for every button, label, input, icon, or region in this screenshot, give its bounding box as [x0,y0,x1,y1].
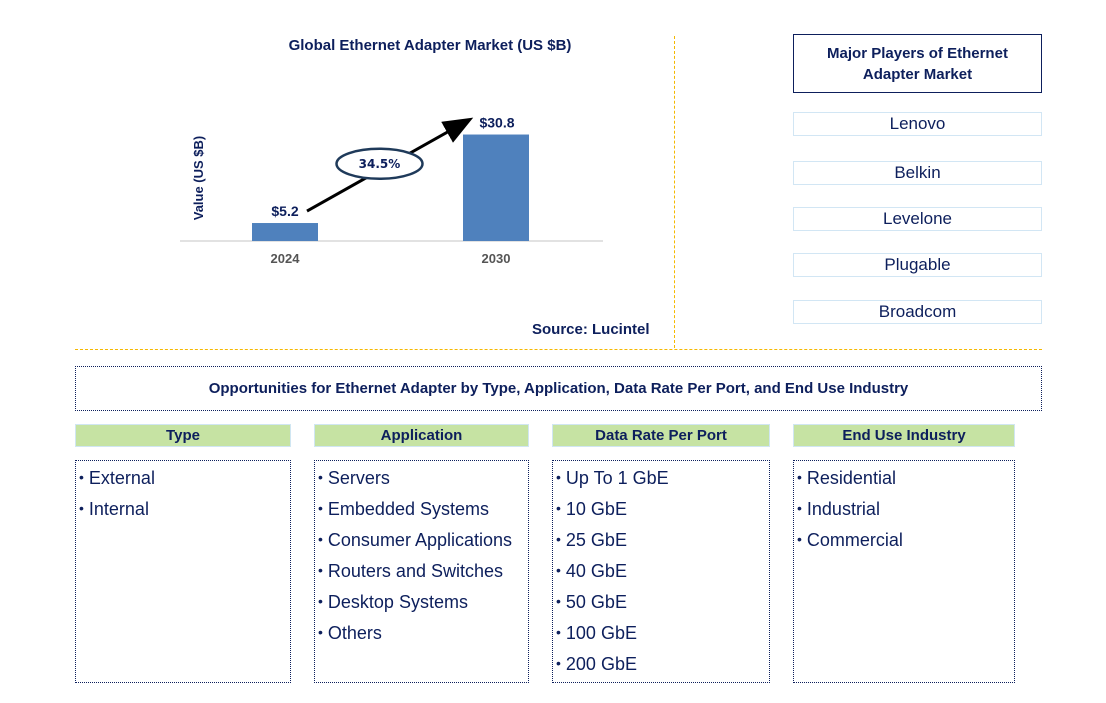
category-header-data-rate: Data Rate Per Port [552,424,770,447]
category-header-type: Type [75,424,291,447]
players-title: Major Players of Ethernet Adapter Market [793,34,1042,93]
bar-chart: Value (US $B) $5.2 2024 $30.8 2030 34.5% [180,115,603,266]
list-item: Servers [318,463,528,494]
x-tick-label: 2030 [482,251,511,266]
list-item: 200 GbE [556,649,769,680]
list-item: Commercial [797,525,1014,556]
category-list-end-use: ResidentialIndustrialCommercial [793,460,1015,683]
x-tick-label: 2024 [271,251,301,266]
data-label: $5.2 [271,203,298,219]
player-item: Lenovo [793,112,1042,136]
horizontal-divider [75,349,1042,350]
list-item: Routers and Switches [318,556,528,587]
list-item: 10 GbE [556,494,769,525]
list-item: Embedded Systems [318,494,528,525]
category-header-end-use: End Use Industry [793,424,1015,447]
list-item: Internal [79,494,290,525]
opportunities-title: Opportunities for Ethernet Adapter by Ty… [75,366,1042,411]
vertical-divider [674,36,675,348]
source-label: Source: Lucintel [532,321,650,338]
list-item: Others [318,618,528,649]
list-item: 40 GbE [556,556,769,587]
player-item: Levelone [793,207,1042,231]
list-item: Industrial [797,494,1014,525]
list-item: Consumer Applications [318,525,528,556]
list-item: Residential [797,463,1014,494]
data-label: $30.8 [479,115,514,131]
player-item: Broadcom [793,300,1042,324]
category-list-data-rate: Up To 1 GbE10 GbE25 GbE40 GbE50 GbE100 G… [552,460,770,683]
bar-2030 [463,134,529,241]
list-item: 100 GbE [556,618,769,649]
list-item: External [79,463,290,494]
cagr-label: 34.5% [359,157,401,171]
bar-2024 [252,223,318,241]
player-item: Plugable [793,253,1042,277]
y-axis-label: Value (US $B) [191,136,206,221]
list-item: Desktop Systems [318,587,528,618]
category-list-type: ExternalInternal [75,460,291,683]
category-header-application: Application [314,424,529,447]
category-list-application: ServersEmbedded SystemsConsumer Applicat… [314,460,529,683]
chart-title: Global Ethernet Adapter Market (US $B) [288,37,572,54]
list-item: 50 GbE [556,587,769,618]
player-item: Belkin [793,161,1042,185]
list-item: Up To 1 GbE [556,463,769,494]
list-item: 25 GbE [556,525,769,556]
